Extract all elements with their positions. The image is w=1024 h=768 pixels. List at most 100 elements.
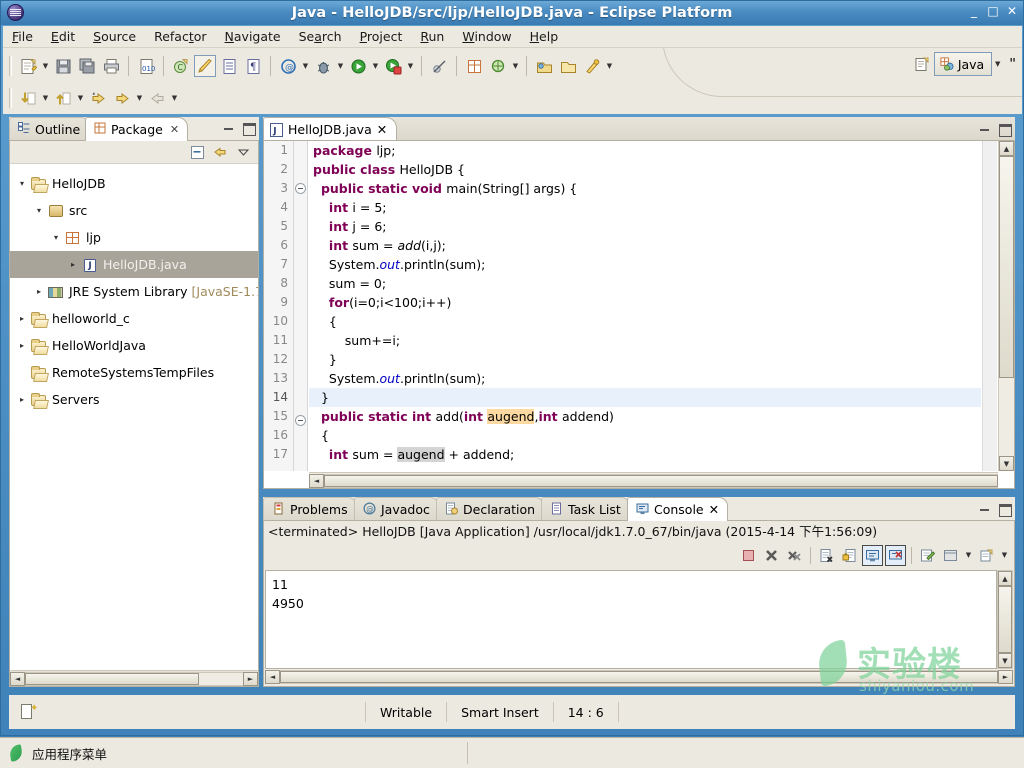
- coverage-icon[interactable]: [382, 55, 404, 77]
- console-output[interactable]: 11 4950: [265, 570, 997, 669]
- tree-twisty-icon[interactable]: ▾: [14, 179, 30, 188]
- menu-file[interactable]: File: [3, 27, 42, 46]
- tree-item[interactable]: ▾ ljp: [10, 224, 258, 251]
- debug-icon[interactable]: [312, 55, 334, 77]
- collapse-all-icon[interactable]: [188, 143, 207, 162]
- debug-dropdown[interactable]: [335, 55, 346, 77]
- tree-twisty-icon[interactable]: ▾: [31, 206, 47, 215]
- tree-item[interactable]: ▸ helloworld_c: [10, 305, 258, 332]
- view-tab-package[interactable]: Package ✕: [85, 117, 189, 141]
- open-perspective-icon[interactable]: [912, 53, 934, 75]
- maximize-console-icon[interactable]: [998, 502, 1012, 517]
- app-menu-leaf-icon[interactable]: [8, 744, 24, 762]
- scroll-track[interactable]: [25, 671, 243, 686]
- back-dropdown[interactable]: [134, 87, 145, 109]
- code-line[interactable]: int i = 5;: [309, 198, 981, 217]
- console-vscroll-track[interactable]: [998, 586, 1012, 653]
- editor-tab-close-icon[interactable]: ✕: [377, 122, 387, 137]
- minimize-console-icon[interactable]: [978, 502, 991, 515]
- tree-item[interactable]: ▾ HelloJDB: [10, 170, 258, 197]
- close-button[interactable]: ✕: [1006, 5, 1018, 17]
- perspective-dropdown[interactable]: [992, 53, 1003, 75]
- run-icon[interactable]: [347, 55, 369, 77]
- new-console-view-icon[interactable]: [940, 545, 961, 566]
- console-tab-problems[interactable]: Problems: [263, 497, 357, 521]
- maximize-editor-icon[interactable]: [998, 122, 1012, 137]
- editor-hscroll-thumb[interactable]: [324, 474, 998, 487]
- last-edit-location-icon[interactable]: [87, 87, 109, 109]
- pin-console-icon[interactable]: [885, 544, 906, 566]
- forward-icon[interactable]: [146, 87, 168, 109]
- coverage-dropdown[interactable]: [405, 55, 416, 77]
- menu-source[interactable]: Source: [84, 27, 145, 46]
- build-all-icon[interactable]: 010: [135, 55, 157, 77]
- print-icon[interactable]: [100, 55, 122, 77]
- tree-twisty-icon[interactable]: ▾: [48, 233, 64, 242]
- code-line[interactable]: for(i=0;i<100;i++): [309, 293, 981, 312]
- console-scroll-left-button[interactable]: ◄: [265, 670, 280, 684]
- tree-item[interactable]: ▸ JRE System Library [JavaSE-1.7]: [10, 278, 258, 305]
- menu-help[interactable]: Help: [521, 27, 568, 46]
- perspective-java-button[interactable]: Java: [933, 52, 993, 76]
- code-line[interactable]: int sum = augend + addend;: [309, 445, 981, 464]
- open-task-icon[interactable]: ¶: [242, 55, 264, 77]
- tree-twisty-icon[interactable]: ▸: [65, 260, 81, 269]
- view-tab-close-icon[interactable]: ✕: [170, 123, 179, 136]
- toggle-mark-occurrences-icon[interactable]: [194, 55, 216, 77]
- code-line[interactable]: int j = 6;: [309, 217, 981, 236]
- console-tab-javadoc[interactable]: @ Javadoc: [354, 497, 439, 521]
- console-scroll-down-button[interactable]: ▼: [998, 653, 1012, 668]
- editor-horizontal-scrollbar[interactable]: ◄: [309, 472, 998, 488]
- console-hscroll-track[interactable]: [280, 670, 998, 684]
- save-all-icon[interactable]: [76, 55, 98, 77]
- code-line[interactable]: package ljp;: [309, 141, 981, 160]
- display-selected-console-icon[interactable]: [862, 544, 883, 566]
- menu-window[interactable]: Window: [453, 27, 520, 46]
- code-line[interactable]: System.out.println(sum);: [309, 255, 981, 274]
- open-resource-icon[interactable]: [533, 55, 555, 77]
- minimize-editor-icon[interactable]: [978, 122, 991, 135]
- tree-horizontal-scrollbar[interactable]: ◄ ►: [10, 670, 258, 686]
- search-icon[interactable]: [487, 55, 509, 77]
- tree-item[interactable]: RemoteSystemsTempFiles: [10, 359, 258, 386]
- open-console-icon[interactable]: [917, 545, 938, 566]
- fold-toggle-icon[interactable]: [294, 415, 307, 434]
- code-line[interactable]: }: [309, 350, 981, 369]
- new-wizard-dropdown[interactable]: [40, 55, 51, 77]
- remove-all-terminated-icon[interactable]: [784, 545, 805, 566]
- console-tab-close-icon[interactable]: ✕: [709, 502, 719, 517]
- annotation-dropdown[interactable]: [300, 55, 311, 77]
- next-annotation-icon[interactable]: [17, 87, 39, 109]
- terminate-icon[interactable]: [738, 545, 759, 566]
- console-tab-declaration[interactable]: Declaration: [436, 497, 545, 521]
- minimize-view-icon[interactable]: [222, 121, 235, 134]
- console-scroll-up-button[interactable]: ▲: [998, 571, 1012, 586]
- code-text-area[interactable]: package ljp; public class HelloJDB { publ…: [309, 141, 981, 471]
- code-line[interactable]: System.out.println(sum);: [309, 369, 981, 388]
- app-menu-label[interactable]: 应用程序菜单: [32, 744, 107, 763]
- tree-twisty-icon[interactable]: ▸: [14, 341, 30, 350]
- code-line[interactable]: }: [309, 388, 981, 407]
- menu-project[interactable]: Project: [351, 27, 412, 46]
- editor-scroll-down-button[interactable]: ▼: [999, 456, 1014, 471]
- maximize-button[interactable]: □: [987, 5, 999, 17]
- back-icon[interactable]: [111, 87, 133, 109]
- forward-dropdown[interactable]: [169, 87, 180, 109]
- scroll-thumb[interactable]: [25, 672, 200, 685]
- tree-twisty-icon[interactable]: ▸: [14, 395, 30, 404]
- new-java-class-icon[interactable]: C: [170, 55, 192, 77]
- run-dropdown[interactable]: [370, 55, 381, 77]
- previous-annotation-icon[interactable]: [52, 87, 74, 109]
- editor-scroll-track[interactable]: [999, 156, 1014, 456]
- code-line[interactable]: sum = 0;: [309, 274, 981, 293]
- console-scroll-right-button[interactable]: ►: [998, 670, 1013, 684]
- folding-gutter[interactable]: [294, 141, 308, 471]
- console-vscroll-thumb[interactable]: [998, 586, 1012, 653]
- editor-tab-hellojdb[interactable]: J HelloJDB.java ✕: [263, 117, 398, 141]
- maximize-view-icon[interactable]: [242, 121, 256, 136]
- toolbar-grip[interactable]: [9, 56, 12, 76]
- editor-vertical-scrollbar[interactable]: ▲ ▼: [998, 141, 1014, 471]
- code-line[interactable]: {: [309, 312, 981, 331]
- menu-run[interactable]: Run: [411, 27, 453, 46]
- console-tab-console[interactable]: Console ✕: [627, 497, 729, 521]
